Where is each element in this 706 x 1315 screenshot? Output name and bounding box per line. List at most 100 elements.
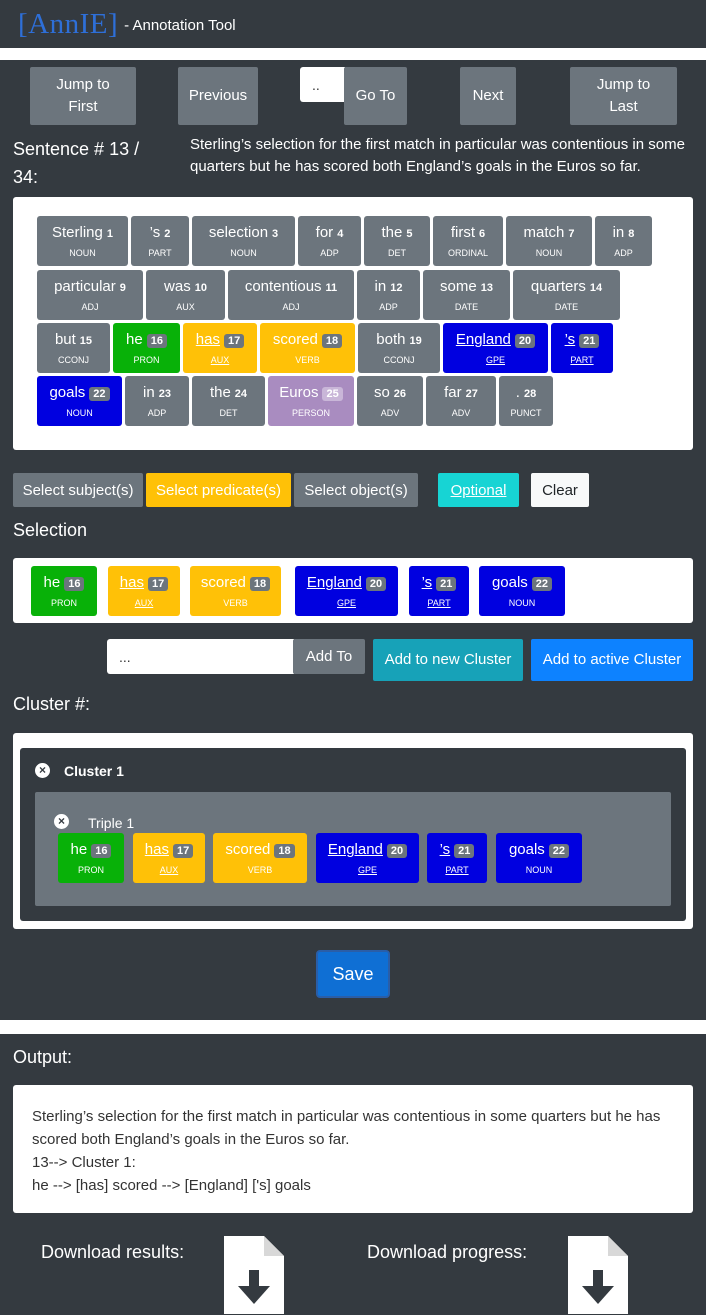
jump-first-line2: First: [68, 98, 98, 115]
token-chip[interactable]: particular 9 ADJ: [37, 270, 143, 320]
token-word: was: [164, 278, 191, 295]
token-chip[interactable]: scored 18 VERB: [213, 833, 307, 883]
download-results-label: Download results:: [41, 1242, 185, 1262]
token-index: 16: [64, 577, 85, 591]
token-chip[interactable]: he 16 PRON: [58, 833, 124, 883]
token-tag: ADJ: [282, 302, 300, 312]
token-word: he: [43, 574, 61, 591]
token-chip[interactable]: so 26 ADV: [357, 376, 423, 426]
output-text: Sterling’s selection for the first match…: [32, 1105, 692, 1197]
token-word: goals: [49, 384, 86, 401]
token-chip[interactable]: quarters 14 DATE: [513, 270, 620, 320]
jump-first-button[interactable]: Jump to First: [30, 67, 136, 125]
token-tag: PART: [445, 865, 469, 875]
token-word: scored: [200, 574, 246, 591]
token-chip[interactable]: both 19 CCONJ: [358, 323, 440, 373]
jump-last-button[interactable]: Jump to Last: [570, 67, 677, 125]
token-chip[interactable]: England 20 GPE: [316, 833, 419, 883]
token-chip[interactable]: was 10 AUX: [146, 270, 225, 320]
token-word: goals: [491, 574, 528, 591]
token-chip[interactable]: goals 22 NOUN: [479, 566, 565, 616]
remove-cluster-icon[interactable]: ×: [35, 763, 50, 778]
token-tag: DET: [388, 248, 406, 258]
token-word: Sterling: [52, 224, 103, 241]
token-word: in: [612, 224, 625, 241]
token-tag: DATE: [554, 302, 579, 312]
token-tag: NOUN: [525, 865, 553, 875]
cluster-id-input[interactable]: ...: [107, 639, 294, 674]
token-chip[interactable]: the 5 DET: [364, 216, 430, 266]
token-word: so: [373, 384, 390, 401]
token-index: 21: [579, 334, 600, 348]
token-tag: VERB: [295, 355, 320, 365]
token-chip[interactable]: goals 22 NOUN: [37, 376, 122, 426]
select-predicate-button[interactable]: Select predicate(s): [146, 473, 291, 507]
save-button[interactable]: Save: [316, 950, 390, 998]
brand-logo[interactable]: [AnnIE]: [18, 8, 118, 41]
token-chip[interactable]: Euros 25 PERSON: [268, 376, 354, 426]
download-results-icon[interactable]: [224, 1236, 284, 1314]
token-index: 21: [454, 844, 475, 858]
token-chip[interactable]: in 8 ADP: [595, 216, 652, 266]
token-index: 14: [589, 282, 603, 294]
token-word: the: [209, 384, 231, 401]
download-progress-label: Download progress:: [367, 1242, 528, 1262]
token-chip[interactable]: ’s 21 PART: [409, 566, 469, 616]
previous-button[interactable]: Previous: [178, 67, 258, 125]
token-chip[interactable]: he 16 PRON: [31, 566, 97, 616]
token-chip[interactable]: far 27 ADV: [426, 376, 496, 426]
add-to-button[interactable]: Add To: [293, 639, 365, 674]
token-chip[interactable]: contentious 11 ADJ: [228, 270, 354, 320]
token-chip[interactable]: England 20 GPE: [443, 323, 548, 373]
clear-button[interactable]: Clear: [531, 473, 589, 507]
token-chip[interactable]: Sterling 1 NOUN: [37, 216, 128, 266]
token-chip[interactable]: for 4 ADP: [298, 216, 361, 266]
token-chip[interactable]: the 24 DET: [192, 376, 265, 426]
token-chip[interactable]: . 28 PUNCT: [499, 376, 553, 426]
token-chip[interactable]: in 12 ADP: [357, 270, 420, 320]
token-index: 11: [325, 282, 338, 294]
token-index: 17: [223, 334, 245, 348]
select-subject-button[interactable]: Select subject(s): [13, 473, 143, 507]
remove-triple-icon[interactable]: ×: [54, 814, 69, 829]
add-active-cluster-button[interactable]: Add to active Cluster: [531, 639, 693, 681]
next-button[interactable]: Next: [460, 67, 516, 125]
token-index: 10: [194, 282, 207, 294]
token-chip[interactable]: has 17 AUX: [108, 566, 180, 616]
goto-button[interactable]: Go To: [344, 67, 407, 125]
token-chip[interactable]: ’s 21 PART: [551, 323, 613, 373]
token-chip[interactable]: match 7 NOUN: [506, 216, 592, 266]
token-chip[interactable]: he 16 PRON: [113, 323, 180, 373]
token-chip[interactable]: England 20 GPE: [295, 566, 398, 616]
token-word: ’s: [439, 841, 451, 858]
token-chip[interactable]: scored 18 VERB: [190, 566, 281, 616]
download-progress-icon[interactable]: [568, 1236, 628, 1314]
token-index: 17: [172, 844, 194, 858]
add-new-cluster-button[interactable]: Add to new Cluster: [373, 639, 523, 681]
token-chip[interactable]: some 13 DATE: [423, 270, 510, 320]
token-chip[interactable]: has 17 AUX: [183, 323, 257, 373]
token-index: 22: [89, 387, 110, 401]
select-object-button[interactable]: Select object(s): [294, 473, 418, 507]
token-chip[interactable]: has 17 AUX: [133, 833, 205, 883]
token-word: far: [444, 384, 462, 401]
token-chip[interactable]: goals 22 NOUN: [496, 833, 582, 883]
token-chip[interactable]: ’s 21 PART: [427, 833, 487, 883]
token-tag: NOUN: [69, 248, 96, 258]
token-index: 20: [365, 577, 387, 591]
token-chip[interactable]: in 23 ADP: [125, 376, 189, 426]
token-chip[interactable]: ’s 2 PART: [131, 216, 189, 266]
token-chip[interactable]: first 6 ORDINAL: [433, 216, 503, 266]
sentence-number: Sentence # 13 / 34:: [13, 139, 140, 187]
token-chip[interactable]: scored 18 VERB: [260, 323, 355, 373]
token-tag: NOUN: [535, 248, 563, 258]
token-index: 28: [523, 388, 537, 400]
optional-button[interactable]: Optional: [438, 473, 519, 507]
token-chip[interactable]: selection 3 NOUN: [192, 216, 295, 266]
token-tag: CCONJ: [58, 355, 89, 365]
token-tag: PUNCT: [510, 408, 542, 418]
token-tag: PRON: [77, 865, 104, 875]
token-chip[interactable]: but 15 CCONJ: [37, 323, 110, 373]
token-tag: PRON: [50, 598, 77, 608]
goto-input[interactable]: ..: [300, 67, 345, 102]
